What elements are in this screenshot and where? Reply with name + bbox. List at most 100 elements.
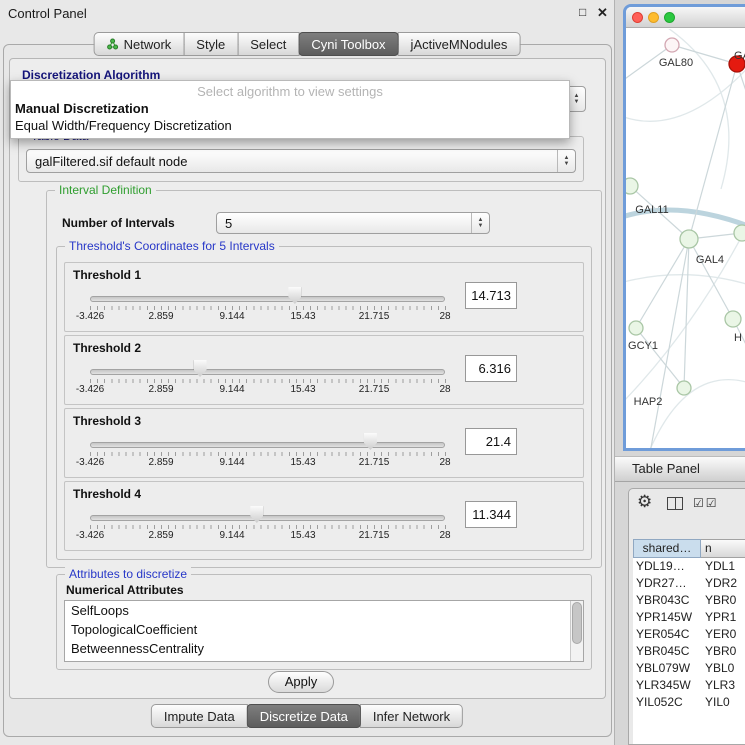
network-icon [107,38,119,50]
scale-label: 2.859 [148,530,173,541]
slider-track[interactable] [90,369,445,375]
network-view-window[interactable]: GAL80GAGAL11GAL4HGCY1HAP2 [623,4,745,451]
threshold-value-field[interactable]: 21.4 [465,428,517,455]
scrollbar-thumb[interactable] [572,602,582,644]
tab-jactivemnodules[interactable]: jActiveMNodules [398,32,521,56]
network-node[interactable] [626,178,638,194]
algorithm-option-manual-discretization[interactable]: Manual Discretization [11,100,569,117]
scale-label: 28 [439,530,450,541]
threshold-block-1: Threshold 1-3.4262.8599.14415.4321.71528… [64,262,584,332]
scale-label: -3.426 [76,530,104,541]
zoom-traffic-light[interactable] [664,12,675,23]
algorithm-option-equal-width-frequency-discretization[interactable]: Equal Width/Frequency Discretization [11,117,569,134]
columns-icon[interactable] [667,497,683,510]
table-data-combobox[interactable]: galFiltered.sif default node ▲▼ [26,149,576,173]
tab-select[interactable]: Select [237,32,299,56]
table-row[interactable]: YER054CYER0 [633,626,745,643]
table-row[interactable]: YDR27…YDR2 [633,575,745,592]
scale-label: 2.859 [148,457,173,468]
gear-icon[interactable]: ⚙ [637,492,652,512]
attribute-item-betweennesscentrality[interactable]: BetweennessCentrality [65,639,583,658]
slider-track[interactable] [90,296,445,302]
threshold-block-2: Threshold 2-3.4262.8599.14415.4321.71528… [64,335,584,405]
tab-style[interactable]: Style [183,32,238,56]
table-row[interactable]: YDL19…YDL1 [633,558,745,575]
tab-infer-network[interactable]: Infer Network [360,704,463,728]
tab-label: Select [250,37,286,52]
column-header-n[interactable]: n [701,539,745,558]
combo-stepper-icon[interactable]: ▲▼ [471,213,489,233]
network-node-label: GAL4 [696,254,724,266]
table-row[interactable]: YBR045CYBR0 [633,643,745,660]
column-header-shared-[interactable]: shared… [633,539,701,558]
table-header-row: shared…n [633,539,745,558]
apply-button[interactable]: Apply [268,671,334,693]
tab-discretize-data[interactable]: Discretize Data [247,704,361,728]
threshold-value-field[interactable]: 11.344 [465,501,517,528]
table-row[interactable]: YIL052CYIL0 [633,694,745,711]
close-traffic-light[interactable] [632,12,643,23]
minimize-traffic-light[interactable] [648,12,659,23]
tab-impute-data[interactable]: Impute Data [151,704,248,728]
network-node-label: HAP2 [634,396,663,408]
table-data-selected-value: galFiltered.sif default node [35,154,187,169]
bottom-tab-bar: Impute Data Discretize Data Infer Network [151,704,463,728]
attribute-item-topologicalcoefficient[interactable]: TopologicalCoefficient [65,620,583,639]
table-cell: YPR1 [701,609,745,626]
tab-cyni-toolbox[interactable]: Cyni Toolbox [298,32,398,56]
checkbox-icons[interactable]: ☑☑ [693,496,719,510]
scale-label: 21.715 [359,530,390,541]
table-cell: YER0 [701,626,745,643]
control-panel-window: Control Panel □ ✕ NetworkStyleSelectCyni… [0,0,615,745]
table-row[interactable]: YPR145WYPR1 [633,609,745,626]
scale-label: -3.426 [76,311,104,322]
network-canvas[interactable]: GAL80GAGAL11GAL4HGCY1HAP2 [626,29,745,448]
algorithm-prompt: Select algorithm to view settings [11,84,569,100]
scale-label: 28 [439,311,450,322]
slider-track[interactable] [90,442,445,448]
attributes-listbox[interactable]: SelfLoopsTopologicalCoefficientBetweenne… [64,600,584,662]
scale-label: 28 [439,457,450,468]
num-intervals-combobox[interactable]: 5 ▲▼ [216,212,490,234]
threshold-value-field[interactable]: 14.713 [465,282,517,309]
num-intervals-label: Number of Intervals [62,216,175,230]
app-root: Control Panel □ ✕ NetworkStyleSelectCyni… [0,0,745,745]
scale-label: -3.426 [76,457,104,468]
network-node[interactable] [665,38,679,52]
combo-stepper-icon[interactable]: ▲▼ [557,150,575,172]
scrollbar[interactable] [570,601,583,661]
numerical-attributes-label: Numerical Attributes [66,583,184,597]
num-intervals-value: 5 [225,216,232,231]
threshold-block-3: Threshold 3-3.4262.8599.14415.4321.71528… [64,408,584,478]
table-panel-titlebar: Table Panel [615,456,745,482]
scale-label: 9.144 [219,530,244,541]
network-graph: GAL80GAGAL11GAL4HGCY1HAP2 [626,29,745,451]
network-window-titlebar [626,7,745,28]
tab-network[interactable]: Network [94,32,185,56]
attributes-group-label: Attributes to discretize [65,567,191,581]
table-panel-window: ⚙ ☑☑ shared…n YDL19…YDL1YDR27…YDR2YBR043… [628,488,745,745]
scale-label: 9.144 [219,311,244,322]
table-row[interactable]: YBR043CYBR0 [633,592,745,609]
threshold-block-4: Threshold 4-3.4262.8599.14415.4321.71528… [64,481,584,551]
scale-label: 15.43 [290,457,315,468]
table-row[interactable]: YBL079WYBL0 [633,660,745,677]
tab-label: Discretize Data [260,709,348,724]
network-node[interactable] [680,230,698,248]
network-node-label: GAL11 [635,204,668,216]
slider-track[interactable] [90,515,445,521]
network-node[interactable] [629,321,643,335]
table-cell: YBL0 [701,660,745,677]
algorithm-dropdown-popup: Select algorithm to view settings Manual… [10,80,570,139]
table-row[interactable]: YLR345WYLR3 [633,677,745,694]
scale-label: 2.859 [148,311,173,322]
network-node[interactable] [677,381,691,395]
float-window-icon[interactable]: □ [579,5,586,19]
attribute-item-selfloops[interactable]: SelfLoops [65,601,583,620]
close-icon[interactable]: ✕ [597,5,608,21]
network-node[interactable] [725,311,741,327]
table-cell: YIL052C [633,694,701,711]
scale-label: 15.43 [290,311,315,322]
threshold-value-field[interactable]: 6.316 [465,355,517,382]
network-node[interactable] [734,225,745,241]
